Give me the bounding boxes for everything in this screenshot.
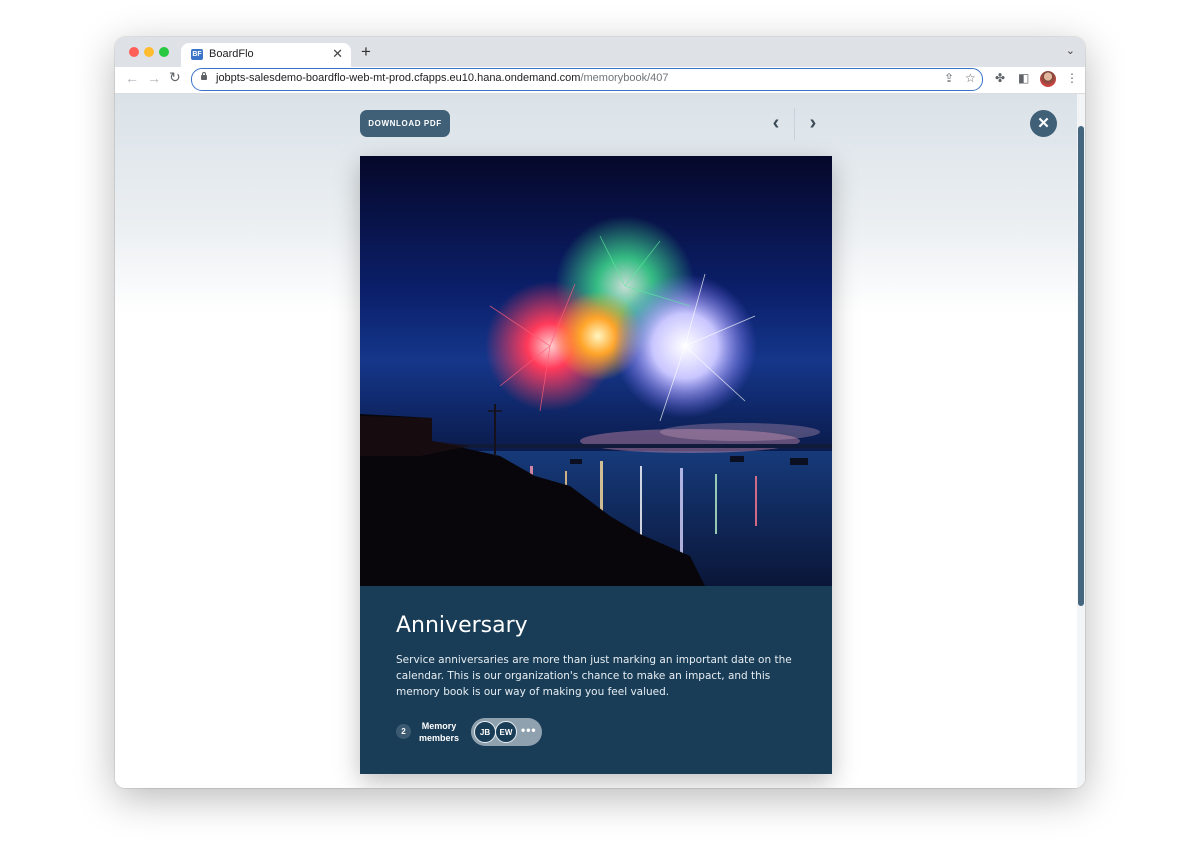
scrollbar-track[interactable] (1077, 94, 1085, 788)
members-pill[interactable]: JB EW ••• (471, 718, 542, 746)
browser-toolbar: ← → ↻ jobpts-salesdemo-boardflo-web-mt-p… (115, 67, 1085, 94)
member-label-line1: Memory (421, 721, 457, 731)
boardflo-favicon-icon: BF (191, 49, 203, 60)
tab-title: BoardFlo (209, 48, 254, 60)
minimize-window-button[interactable] (144, 47, 154, 57)
url-path: /memorybook/407 (580, 72, 669, 84)
lock-icon[interactable] (201, 72, 207, 80)
browser-tab[interactable]: BF BoardFlo ✕ (181, 43, 351, 67)
close-icon[interactable]: ✕ (1030, 110, 1057, 137)
avatar[interactable]: EW (495, 721, 517, 743)
memory-book-card: Anniversary Service anniversaries are mo… (360, 156, 832, 774)
new-tab-icon[interactable]: + (361, 42, 371, 62)
address-bar[interactable]: jobpts-salesdemo-boardflo-web-mt-prod.cf… (191, 68, 983, 91)
member-label-line2: members (418, 733, 460, 743)
url-text[interactable]: jobpts-salesdemo-boardflo-web-mt-prod.cf… (216, 72, 668, 84)
reload-icon[interactable]: ↻ (169, 69, 181, 86)
back-arrow-icon[interactable]: ← (125, 70, 139, 86)
tab-search-chevron-icon[interactable]: ⌄ (1066, 44, 1075, 57)
tab-close-icon[interactable]: ✕ (332, 46, 343, 62)
chevron-right-icon[interactable]: › (803, 113, 823, 134)
member-label: Memory members (416, 720, 462, 744)
maximize-window-button[interactable] (159, 47, 169, 57)
member-count-badge: 2 (396, 724, 411, 739)
avatar[interactable]: JB (474, 721, 496, 743)
memory-members-row: 2 Memory members JB EW ••• (396, 718, 696, 748)
more-members-icon[interactable]: ••• (521, 723, 537, 737)
kebab-menu-icon[interactable]: ⋮ (1066, 71, 1078, 85)
close-window-button[interactable] (129, 47, 139, 57)
url-host: jobpts-salesdemo-boardflo-web-mt-prod.cf… (216, 72, 581, 84)
memorybook-page: DOWNLOAD PDF ‹ › ✕ Anniversary Service a… (115, 94, 1085, 788)
forward-arrow-icon[interactable]: → (147, 70, 161, 86)
card-title: Anniversary (396, 613, 528, 638)
sidepanel-icon[interactable]: ◧ (1018, 71, 1029, 85)
download-pdf-button[interactable]: DOWNLOAD PDF (360, 110, 450, 137)
card-description: Service anniversaries are more than just… (396, 654, 792, 698)
tab-strip: BF BoardFlo ✕ + ⌄ (115, 37, 1085, 67)
profile-avatar[interactable] (1040, 71, 1056, 87)
chevron-left-icon[interactable]: ‹ (766, 113, 786, 134)
pager-divider (794, 108, 795, 140)
extensions-icon[interactable]: ✤ (995, 71, 1005, 85)
fireworks-cover-image (360, 156, 832, 586)
card-body: Anniversary Service anniversaries are mo… (360, 586, 832, 774)
scrollbar-thumb[interactable] (1078, 126, 1084, 606)
share-icon[interactable]: ⇪ (944, 71, 954, 85)
star-icon[interactable]: ☆ (965, 71, 976, 85)
browser-window: BF BoardFlo ✕ + ⌄ ← → ↻ jobpts-salesdemo… (115, 37, 1085, 788)
